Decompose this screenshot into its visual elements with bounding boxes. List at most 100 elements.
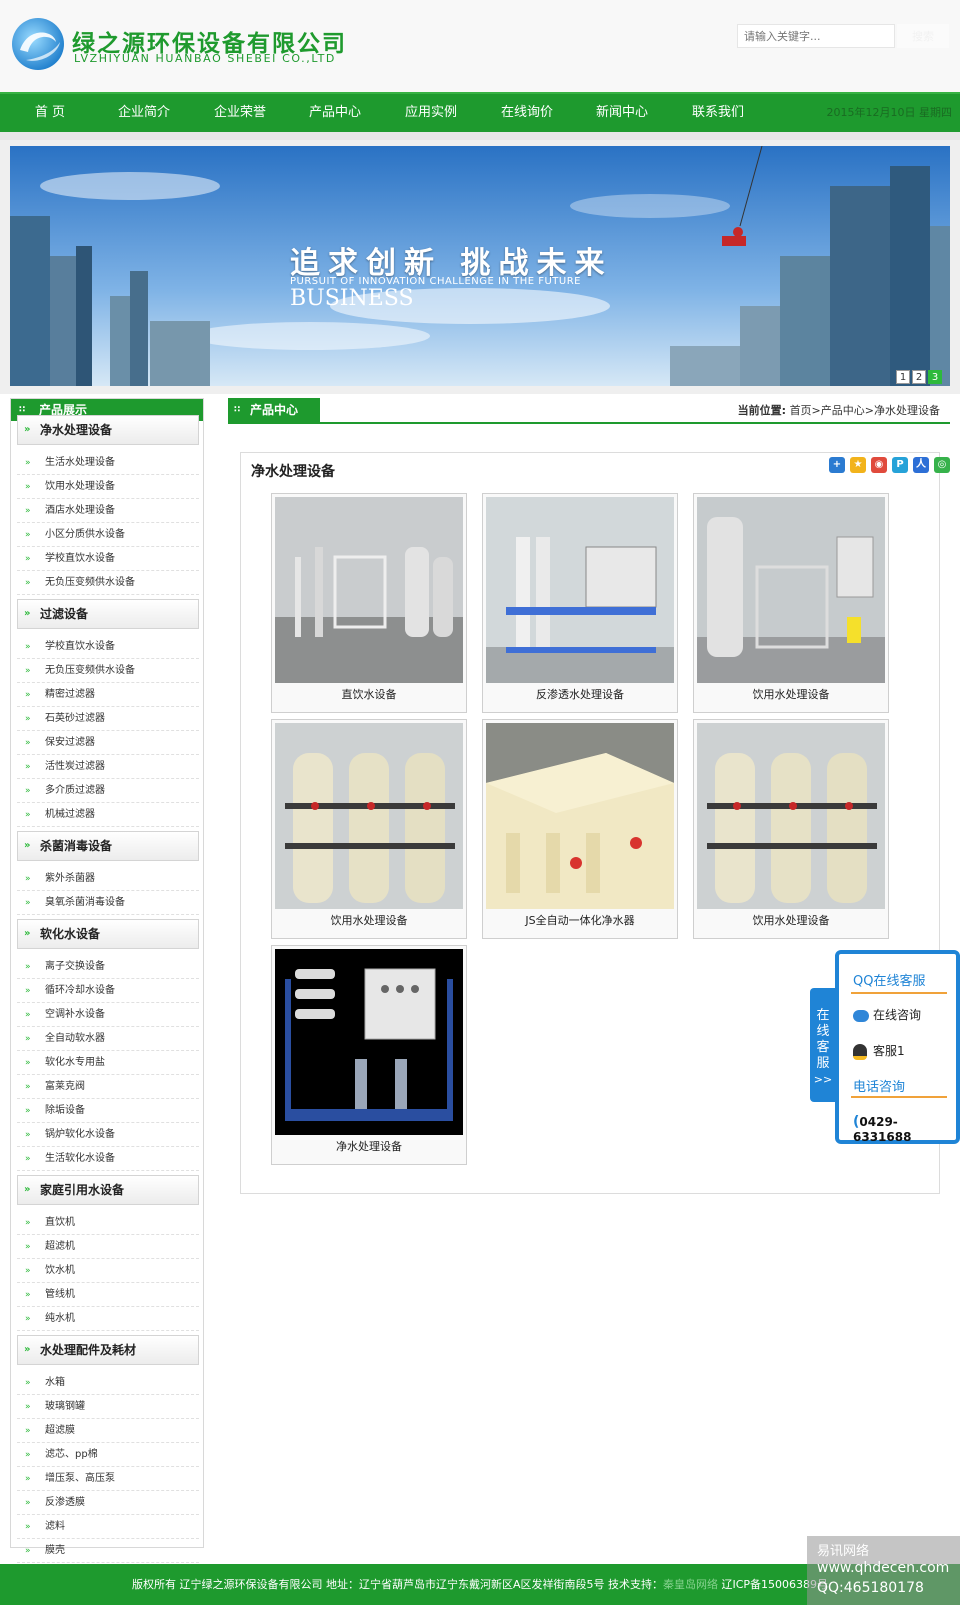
sidebar-item[interactable]: » 学校直饮水设备 — [17, 547, 199, 571]
product-image[interactable] — [275, 497, 463, 683]
product-card[interactable]: 饮用水处理设备 — [693, 719, 889, 939]
slide-dot-1[interactable]: 1 — [896, 370, 910, 384]
sidebar-item[interactable]: » 膜壳 — [17, 1539, 199, 1563]
sidebar-item[interactable]: » 纯水机 — [17, 1307, 199, 1331]
sidebar-item[interactable]: » 全自动软水器 — [17, 1027, 199, 1051]
sidebar-item[interactable]: » 玻璃钢罐 — [17, 1395, 199, 1419]
sidebar-item[interactable]: » 滤芯、pp棉 — [17, 1443, 199, 1467]
sidebar-item[interactable]: » 管线机 — [17, 1283, 199, 1307]
sidebar-item[interactable]: » 酒店水处理设备 — [17, 499, 199, 523]
share-tencent-icon[interactable]: P — [892, 457, 908, 473]
sidebar-item[interactable]: » 水箱 — [17, 1371, 199, 1395]
sidebar-item[interactable]: » 直饮机 — [17, 1211, 199, 1235]
sidebar-item[interactable]: » 超滤机 — [17, 1235, 199, 1259]
sidebar-category-label: 净水处理设备 — [40, 423, 113, 437]
sidebar-category[interactable]: » 水处理配件及耗材 — [17, 1335, 199, 1365]
product-caption[interactable]: 反渗透水处理设备 — [483, 686, 677, 702]
product-caption[interactable]: 直饮水设备 — [272, 686, 466, 702]
search-button[interactable]: 搜索 — [897, 24, 949, 48]
nav-item-about[interactable]: 企业简介 — [108, 94, 180, 132]
product-image[interactable] — [697, 723, 885, 909]
product-image[interactable] — [275, 723, 463, 909]
product-card[interactable]: 反渗透水处理设备 — [482, 493, 678, 713]
sidebar-item[interactable]: » 增压泵、高压泵 — [17, 1467, 199, 1491]
slide-dot-3[interactable]: 3 — [928, 370, 942, 384]
sidebar-item[interactable]: » 富莱克阀 — [17, 1075, 199, 1099]
slide-dot-2[interactable]: 2 — [912, 370, 926, 384]
sidebar-item[interactable]: » 饮水机 — [17, 1259, 199, 1283]
nav-item-news[interactable]: 新闻中心 — [586, 94, 658, 132]
chevron-right-icon: » — [25, 1522, 31, 1532]
sidebar-item[interactable]: » 除垢设备 — [17, 1099, 199, 1123]
share-renren-icon[interactable]: 人 — [913, 457, 929, 473]
product-caption[interactable]: 饮用水处理设备 — [694, 912, 888, 928]
nav-item-home[interactable]: 首 页 — [18, 94, 82, 132]
sidebar-item[interactable]: » 小区分质供水设备 — [17, 523, 199, 547]
footer-tech-support-link[interactable]: 秦皇岛网络 — [663, 1578, 718, 1591]
chevron-right-icon: » — [25, 1402, 31, 1412]
sidebar-category-label: 过滤设备 — [40, 607, 89, 621]
share-qzone-icon[interactable]: ★ — [850, 457, 866, 473]
product-card[interactable]: 饮用水处理设备 — [271, 719, 467, 939]
sidebar-item[interactable]: » 生活水处理设备 — [17, 451, 199, 475]
sidebar-item[interactable]: » 精密过滤器 — [17, 683, 199, 707]
sidebar-item[interactable]: » 锅炉软化水设备 — [17, 1123, 199, 1147]
sidebar-item[interactable]: » 空调补水设备 — [17, 1003, 199, 1027]
sidebar-item[interactable]: » 离子交换设备 — [17, 955, 199, 979]
product-caption[interactable]: JS全自动一体化净水器 — [483, 912, 677, 928]
share-plus-icon[interactable]: + — [829, 457, 845, 473]
nav-item-products[interactable]: 产品中心 — [299, 94, 371, 132]
nav-item-cases[interactable]: 应用实例 — [395, 94, 467, 132]
qq-agent-link[interactable]: 客服1 — [853, 1042, 905, 1060]
sidebar-category[interactable]: » 过滤设备 — [17, 599, 199, 629]
sidebar-category[interactable]: » 杀菌消毒设备 — [17, 831, 199, 861]
sidebar-item[interactable]: » 循环冷却水设备 — [17, 979, 199, 1003]
product-card[interactable]: 净水处理设备 — [271, 945, 467, 1165]
share-weibo-icon[interactable]: ◉ — [871, 457, 887, 473]
sidebar-item[interactable]: » 多介质过滤器 — [17, 779, 199, 803]
share-wechat-icon[interactable]: ◎ — [934, 457, 950, 473]
product-image[interactable] — [697, 497, 885, 683]
sidebar-item[interactable]: » 保安过滤器 — [17, 731, 199, 755]
logo-swirl-icon[interactable] — [10, 16, 66, 72]
sidebar-item[interactable]: » 无负压变频供水设备 — [17, 659, 199, 683]
product-image[interactable] — [275, 949, 463, 1135]
sidebar-item[interactable]: » 无负压变频供水设备 — [17, 571, 199, 595]
nav-item-contact[interactable]: 联系我们 — [682, 94, 754, 132]
chevron-right-icon: » — [25, 962, 31, 972]
nav-item-honors[interactable]: 企业荣誉 — [204, 94, 276, 132]
online-service-tab[interactable]: 在线客服 >> — [810, 988, 836, 1102]
product-caption[interactable]: 饮用水处理设备 — [272, 912, 466, 928]
sidebar-item[interactable]: » 软化水专用盐 — [17, 1051, 199, 1075]
sidebar-item[interactable]: » 超滤膜 — [17, 1419, 199, 1443]
online-consult-link[interactable]: 在线咨询 — [853, 1006, 921, 1023]
sidebar-item[interactable]: » 活性炭过滤器 — [17, 755, 199, 779]
sidebar-item[interactable]: » 饮用水处理设备 — [17, 475, 199, 499]
nav-date: 2015年12月10日 星期四 — [826, 106, 953, 119]
sidebar-category[interactable]: » 家庭引用水设备 — [17, 1175, 199, 1205]
product-caption[interactable]: 饮用水处理设备 — [694, 686, 888, 702]
sidebar-category[interactable]: » 软化水设备 — [17, 919, 199, 949]
sidebar-item[interactable]: » 臭氧杀菌消毒设备 — [17, 891, 199, 915]
breadcrumb-path[interactable]: 首页>产品中心>净水处理设备 — [790, 404, 940, 417]
nav-item-inquiry[interactable]: 在线询价 — [491, 94, 563, 132]
banner-slide[interactable]: 追求创新 挑战未来 PURSUIT OF INNOVATION CHALLENG… — [10, 146, 950, 386]
sidebar-item[interactable]: » 生活软化水设备 — [17, 1147, 199, 1171]
sidebar-item[interactable]: » 石英砂过滤器 — [17, 707, 199, 731]
product-image[interactable] — [486, 497, 674, 683]
sidebar-item[interactable]: » 反渗透膜 — [17, 1491, 199, 1515]
sidebar-item[interactable]: » 滤料 — [17, 1515, 199, 1539]
product-card[interactable]: 直饮水设备 — [271, 493, 467, 713]
sidebar-item[interactable]: » 学校直饮水设备 — [17, 635, 199, 659]
product-caption[interactable]: 净水处理设备 — [272, 1138, 466, 1154]
search-input[interactable] — [737, 24, 895, 48]
chevron-right-icon: » — [25, 458, 31, 468]
chevron-right-icon: » — [25, 1242, 31, 1252]
sidebar-category[interactable]: » 净水处理设备 — [17, 415, 199, 445]
product-image[interactable] — [486, 723, 674, 909]
sidebar-item[interactable]: » 紫外杀菌器 — [17, 867, 199, 891]
product-card[interactable]: JS全自动一体化净水器 — [482, 719, 678, 939]
sidebar-item-label: 滤芯、pp棉 — [45, 1449, 98, 1460]
sidebar-item[interactable]: » 机械过滤器 — [17, 803, 199, 827]
product-card[interactable]: 饮用水处理设备 — [693, 493, 889, 713]
